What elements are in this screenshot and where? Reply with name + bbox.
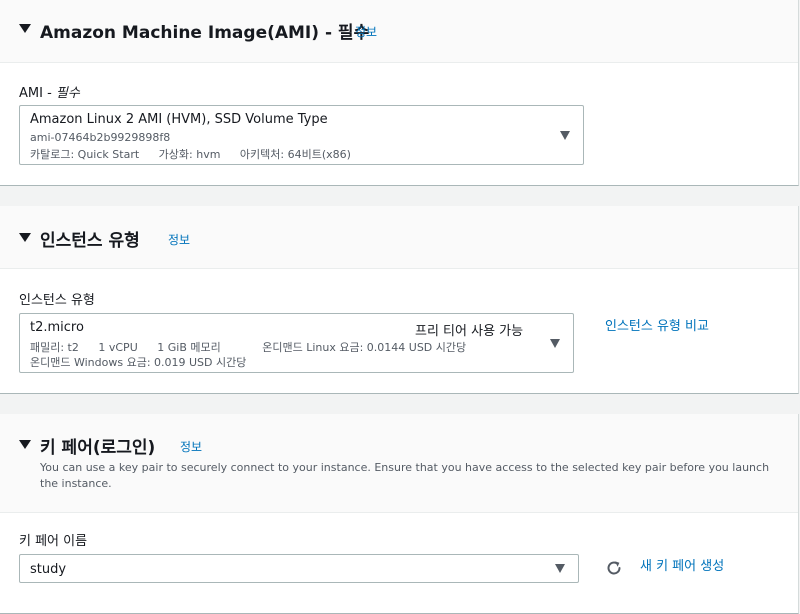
ami-catalog: 카탈로그: Quick Start [30,148,140,161]
keypair-select[interactable]: study [19,554,579,583]
instance-specs: 패밀리: t2 1 vCPU 1 GiB 메모리 온디맨드 Linux 요금: … [30,339,482,355]
keypair-panel: 키 페어(로그인) 정보 You can use a key pair to s… [0,414,799,614]
instance-selected-type: t2.micro [30,320,84,335]
instance-info-link[interactable]: 정보 [168,231,190,248]
instance-vcpu: 1 vCPU [98,341,138,354]
instance-field-label: 인스턴스 유형 [19,293,95,308]
ami-label-text: AMI - [19,86,56,101]
keypair-field-label: 키 페어 이름 [19,534,88,549]
compare-instance-types-link[interactable]: 인스턴스 유형 비교 [605,315,709,334]
free-tier-badge: 프리 티어 사용 가능 [415,324,524,339]
ami-info-link[interactable]: 정보 [355,23,377,40]
ami-virtualization: 가상화: hvm [158,148,221,161]
ami-selected-name: Amazon Linux 2 AMI (HVM), SSD Volume Typ… [30,112,328,127]
ami-select[interactable]: Amazon Linux 2 AMI (HVM), SSD Volume Typ… [19,105,584,165]
keypair-panel-header[interactable]: 키 페어(로그인) 정보 You can use a key pair to s… [0,414,798,513]
ami-section-title: Amazon Machine Image(AMI) - 필수 [40,23,370,43]
instance-type-select[interactable]: t2.micro 프리 티어 사용 가능 패밀리: t2 1 vCPU 1 Gi… [19,313,574,373]
keypair-selected-value: study [30,562,67,577]
ami-panel-header[interactable]: Amazon Machine Image(AMI) - 필수 정보 [0,0,798,63]
keypair-section-title: 키 페어(로그인) [40,438,156,458]
caret-down-icon[interactable] [19,440,31,449]
instance-windows-price: 온디맨드 Windows 요금: 0.019 USD 시간당 [30,356,247,369]
keypair-info-link[interactable]: 정보 [180,438,202,455]
ami-architecture: 아키텍처: 64비트(x86) [239,148,351,161]
instance-linux-price: 온디맨드 Linux 요금: 0.0144 USD 시간당 [262,341,467,354]
ami-panel: Amazon Machine Image(AMI) - 필수 정보 AMI - … [0,0,799,186]
ami-selected-details: 카탈로그: Quick Start 가상화: hvm 아키텍처: 64비트(x8… [30,146,367,162]
dropdown-arrow-icon[interactable] [555,564,565,573]
dropdown-arrow-icon[interactable] [550,339,560,348]
ami-field-label: AMI - 필수 [19,82,80,101]
instance-section-title: 인스턴스 유형 [40,231,140,251]
instance-panel-header[interactable]: 인스턴스 유형 정보 [0,206,798,269]
instance-family: 패밀리: t2 [30,341,79,354]
keypair-description: You can use a key pair to securely conne… [40,461,770,490]
caret-down-icon[interactable] [19,233,31,242]
instance-type-panel: 인스턴스 유형 정보 인스턴스 유형 t2.micro 프리 티어 사용 가능 … [0,206,799,394]
dropdown-arrow-icon[interactable] [560,131,570,140]
ami-required-text: 필수 [55,86,80,101]
instance-memory: 1 GiB 메모리 [157,341,221,354]
create-keypair-link[interactable]: 새 키 페어 생성 [640,555,724,574]
refresh-icon[interactable] [605,559,623,577]
ami-selected-id: ami-07464b2b9929898f8 [30,131,171,144]
caret-down-icon[interactable] [19,24,31,33]
